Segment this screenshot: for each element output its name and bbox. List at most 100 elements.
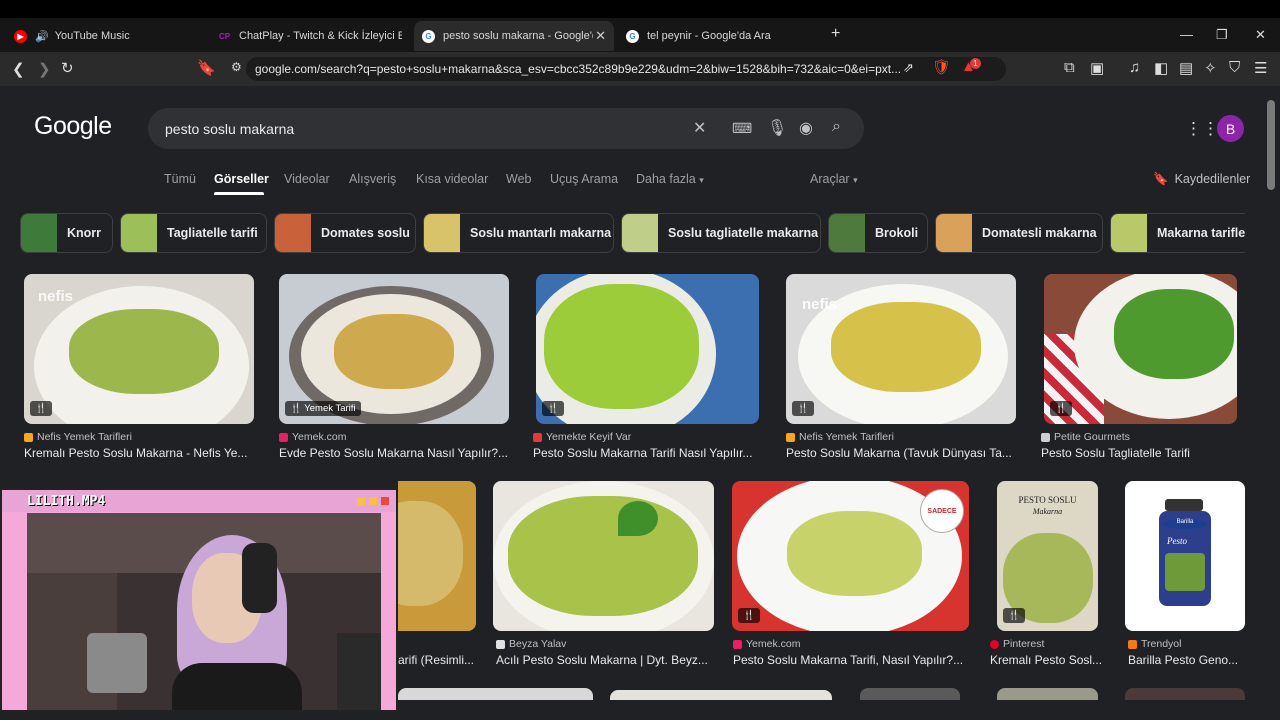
source-label: Pinterest (1003, 638, 1045, 650)
result-image-partial[interactable] (860, 688, 960, 700)
result-image[interactable]: SADECE 🍴 (732, 481, 969, 631)
minimize-button[interactable]: — (1180, 27, 1193, 42)
result-image[interactable] (493, 481, 714, 631)
result-title[interactable]: Pesto Soslu Makarna (Tavuk Dünyası Ta... (786, 446, 1018, 460)
site-info-icon[interactable]: ⚙ (231, 60, 242, 74)
tools-button[interactable]: Araçlar ▾ (810, 172, 858, 186)
clear-icon[interactable]: ✕ (693, 118, 706, 138)
search-icon[interactable]: ⌕ (832, 118, 841, 136)
tab-flights[interactable]: Uçuş Arama (550, 172, 618, 186)
tab-shopping[interactable]: Alışveriş (349, 172, 396, 186)
source-label: Yemek.com (746, 638, 801, 650)
result-title[interactable]: Evde Pesto Soslu Makarna Nasıl Yapılır?.… (279, 446, 511, 460)
scrollbar-thumb[interactable] (1267, 100, 1275, 190)
pasta (334, 314, 454, 389)
menu-icon[interactable]: ☰ (1254, 59, 1267, 77)
appliance (87, 633, 147, 693)
result-source[interactable]: Beyza Yalav (496, 638, 566, 650)
shirt (172, 663, 302, 710)
result-image[interactable]: PESTO SOSLU Makarna 🍴 (997, 481, 1098, 631)
active-tab-indicator (214, 192, 264, 195)
tab-videos[interactable]: Videolar (284, 172, 330, 186)
result-image[interactable]: 🍴 (536, 274, 759, 424)
vpn-icon[interactable]: ⛉ (1229, 59, 1240, 76)
result-source[interactable]: Nefis Yemek Tarifleri (786, 431, 894, 443)
result-source[interactable]: Trendyol (1128, 638, 1181, 650)
result-title[interactable]: Pesto Soslu Tagliatelle Tarifi (1041, 446, 1241, 460)
source-label: Yemek.com (292, 431, 347, 443)
close-window-button[interactable]: ✕ (1255, 27, 1266, 43)
tab-all[interactable]: Tümü (164, 172, 196, 186)
result-image[interactable]: nefis 🍴 (786, 274, 1016, 424)
tab-more[interactable]: Daha fazla ▾ (636, 172, 704, 186)
result-source[interactable]: Pinterest (990, 638, 1044, 650)
result-image-partial[interactable] (610, 690, 832, 700)
avatar[interactable]: B (1217, 115, 1244, 142)
result-image[interactable]: 🍴 Yemek Tarifi (279, 274, 509, 424)
tab-pesto-search[interactable]: G pesto soslu makarna - Google'da ✕ (414, 21, 614, 51)
saved-button[interactable]: 🔖 Kaydedilenler (1153, 172, 1250, 187)
result-image[interactable]: 🍴 (1044, 274, 1237, 424)
search-input[interactable]: pesto soslu makarna (165, 121, 294, 137)
google-logo[interactable]: Google (34, 112, 112, 141)
result-image[interactable]: Barilla Pesto (1125, 481, 1245, 631)
result-image-partial[interactable] (1125, 688, 1245, 700)
result-image[interactable]: nefis 🍴 (24, 274, 254, 424)
chip-domates-soslu[interactable]: Domates soslu (274, 213, 416, 253)
tab-web[interactable]: Web (506, 172, 531, 186)
result-source[interactable]: Petite Gourmets (1041, 431, 1130, 443)
result-title[interactable]: Kremalı Pesto Soslu Makarna - Nefis Ye..… (24, 446, 254, 460)
keyboard-icon[interactable]: ⌨ (732, 120, 752, 137)
apps-grid-icon[interactable]: ⋮⋮ (1185, 119, 1219, 139)
sidebar-icon[interactable]: ◧ (1154, 59, 1168, 77)
result-image-partial[interactable] (398, 688, 593, 700)
chip-mantarli[interactable]: Soslu mantarlı makarna (423, 213, 614, 253)
result-source[interactable]: Yemek.com (279, 431, 346, 443)
chip-label: Brokoli (875, 226, 919, 240)
result-image[interactable] (398, 481, 476, 631)
tab-youtube-music[interactable]: ▶ 🔊 YouTube Music (8, 21, 198, 51)
tab-short-videos[interactable]: Kısa videolar (416, 172, 488, 186)
tab-more-label: Daha fazla (636, 172, 696, 186)
result-source[interactable]: Yemek.com (733, 638, 800, 650)
chip-thumbnail (622, 214, 658, 252)
result-title[interactable]: Acılı Pesto Soslu Makarna | Dyt. Beyz... (496, 653, 716, 667)
restore-button[interactable]: ❐ (1216, 27, 1228, 43)
lens-icon[interactable]: ◉ (799, 118, 813, 138)
result-source[interactable]: Yemekte Keyif Var (533, 431, 631, 443)
screenshot-icon[interactable]: ▣ (1090, 59, 1104, 77)
result-title[interactable]: Pesto Soslu Makarna Tarifi Nasıl Yapılır… (533, 446, 759, 460)
chip-makarna-tarifler[interactable]: Makarna tarifler (1110, 213, 1245, 253)
tab-chatplay[interactable]: CP ChatPlay - Twitch & Kick İzleyici Etk… (212, 21, 402, 51)
media-icon[interactable]: ♫ (1129, 59, 1140, 76)
share-icon[interactable]: ⇗ (903, 60, 914, 76)
recipe-badge: 🍴 Yemek Tarifi (285, 401, 361, 416)
wallet-icon[interactable]: ▤ (1179, 59, 1193, 77)
forward-icon[interactable]: ❯ (38, 60, 51, 78)
extensions-icon[interactable]: ⧉ (1064, 59, 1075, 76)
chip-domatesli[interactable]: Domatesli makarna (935, 213, 1103, 253)
chip-label: Soslu tagliatelle makarna (668, 226, 819, 240)
chip-tagliatelle[interactable]: Tagliatelle tarifi (120, 213, 267, 253)
result-source[interactable]: Nefis Yemek Tarifleri (24, 431, 132, 443)
result-title[interactable]: arifi (Resimli... (398, 653, 478, 667)
reload-icon[interactable]: ↻ (61, 59, 74, 77)
chip-knorr[interactable]: Knorr (20, 213, 113, 253)
result-title[interactable]: Barilla Pesto Geno... (1128, 653, 1246, 667)
bookmark-icon[interactable]: 🔖 (197, 59, 216, 77)
tab-tel-peynir[interactable]: G tel peynir - Google'da Ara (620, 21, 810, 51)
microphone-icon[interactable]: 🎙 (767, 118, 787, 138)
chip-soslu-tagliatelle[interactable]: Soslu tagliatelle makarna (621, 213, 821, 253)
brave-shield-icon[interactable]: 🛡 (932, 58, 951, 76)
result-title[interactable]: Kremalı Pesto Sosl... (990, 653, 1108, 667)
back-icon[interactable]: ❮ (12, 60, 25, 78)
new-tab-button[interactable]: + (831, 25, 840, 43)
result-image-partial[interactable] (997, 688, 1098, 700)
tab-images[interactable]: Görseller (214, 172, 269, 186)
chatplay-icon: CP (218, 31, 231, 41)
pasta (831, 302, 981, 392)
close-tab-icon[interactable]: ✕ (595, 28, 606, 44)
chip-brokoli[interactable]: Brokoli (828, 213, 928, 253)
leo-ai-icon[interactable]: ✧ (1204, 59, 1217, 77)
result-title[interactable]: Pesto Soslu Makarna Tarifi, Nasıl Yapılı… (733, 653, 969, 667)
